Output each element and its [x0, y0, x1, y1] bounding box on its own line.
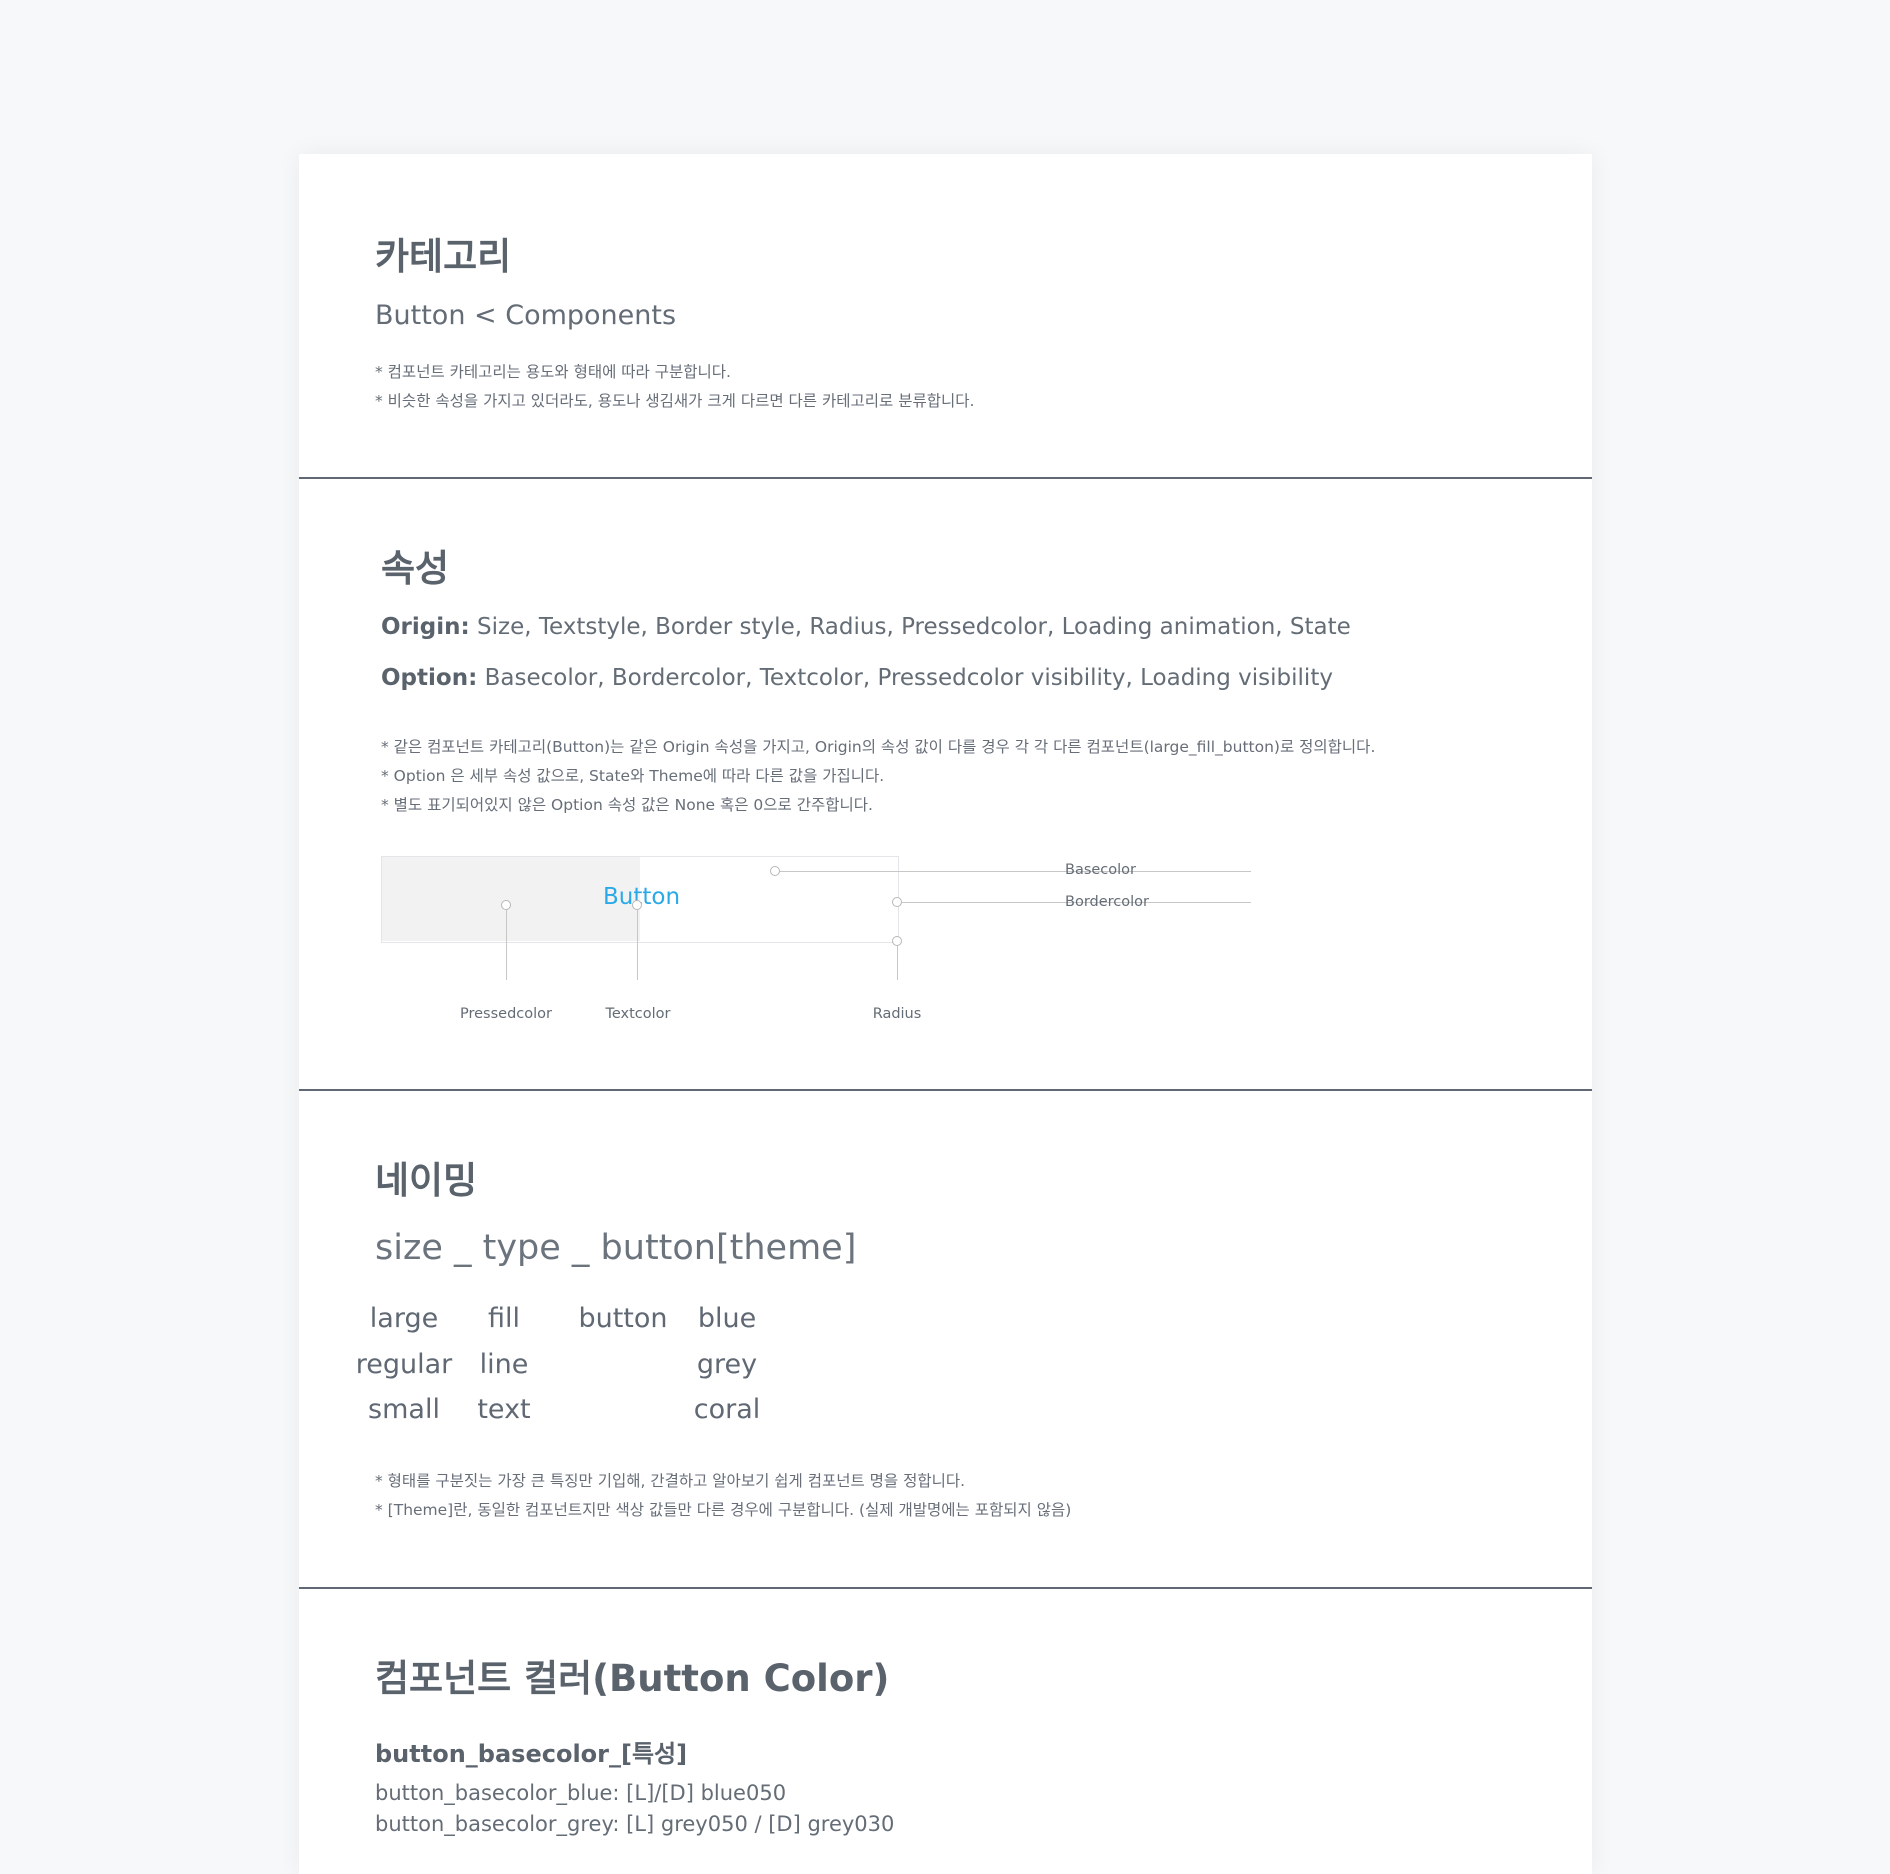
attributes-note: * 같은 컴포넌트 카테고리(Button)는 같은 Origin 속성을 가지… [381, 738, 1376, 756]
category-notes: * 컴포넌트 카테고리는 용도와 형태에 따라 구분합니다. * 비슷한 속성을… [375, 358, 974, 416]
attributes-note: * 별도 표기되어있지 않은 Option 속성 값은 None 혹은 0으로 … [381, 796, 873, 814]
naming-theme-cell: coral [693, 1394, 761, 1425]
naming-title: 네이밍 [375, 1159, 478, 1202]
naming-theme-cell: grey [696, 1349, 758, 1380]
pressedcolor-label: Pressedcolor [460, 1006, 552, 1022]
naming-note: * [Theme]란, 동일한 컴포넌트지만 색상 값들만 다른 경우에 구분합… [375, 1501, 1072, 1519]
naming-type-cell: line [479, 1349, 529, 1380]
naming-notes: * 형태를 구분짓는 가장 큰 특징만 기입해, 간결하고 알아보기 쉽게 컴포… [375, 1467, 1071, 1525]
option-value: Basecolor, Bordercolor, Textcolor, Press… [477, 665, 1333, 691]
naming-pattern: size _ type _ button[theme] [375, 1228, 857, 1268]
origin-value: Size, Textstyle, Border style, Radius, P… [469, 614, 1351, 640]
naming-type-cell: text [477, 1394, 531, 1425]
radius-leader [897, 946, 898, 980]
radius-label: Radius [872, 1006, 922, 1022]
section-divider [299, 1587, 1592, 1589]
option-line: Option: Basecolor, Bordercolor, Textcolo… [381, 665, 1333, 691]
naming-theme-cell: blue [697, 1303, 757, 1334]
origin-label: Origin: [381, 614, 470, 640]
pressedcolor-marker [501, 900, 511, 910]
color-token-line: button_basecolor_grey: [L] grey050 / [D]… [375, 1812, 895, 1836]
attributes-note: * Option 은 세부 속성 값으로, State와 Theme에 따라 다… [381, 767, 885, 785]
textcolor-leader [637, 910, 638, 980]
category-note: * 비슷한 속성을 가지고 있더라도, 용도나 생김새가 크게 다르면 다른 카… [375, 392, 975, 410]
section-divider [299, 1089, 1592, 1091]
attributes-title: 속성 [381, 547, 450, 590]
section-divider [299, 477, 1592, 479]
origin-line: Origin: Size, Textstyle, Border style, R… [381, 614, 1351, 640]
textcolor-label: Textcolor [605, 1006, 671, 1022]
option-label: Option: [381, 665, 478, 691]
bordercolor-label: Bordercolor [1065, 894, 1149, 910]
basecolor-label: Basecolor [1065, 862, 1137, 878]
pressed-fill-area [382, 857, 640, 941]
color-token-line: button_basecolor_blue: [L]/[D] blue050 [375, 1781, 787, 1805]
bordercolor-marker [892, 897, 902, 907]
document-card: 카테고리 Button < Components * 컴포넌트 카테고리는 용도… [299, 154, 1592, 1874]
pressedcolor-leader [506, 910, 507, 980]
attributes-notes: * 같은 컴포넌트 카테고리(Button)는 같은 Origin 속성을 가지… [381, 733, 1375, 820]
category-title: 카테고리 [375, 235, 512, 278]
color-subtitle: button_basecolor_[특성] [375, 1740, 688, 1768]
category-breadcrumb: Button < Components [375, 300, 677, 331]
basecolor-leader [780, 871, 1251, 872]
color-title: 컴포넌트 컬러(Button Color) [375, 1657, 890, 1700]
naming-note: * 형태를 구분짓는 가장 큰 특징만 기입해, 간결하고 알아보기 쉽게 컴포… [375, 1472, 966, 1490]
category-note: * 컴포넌트 카테고리는 용도와 형태에 따라 구분합니다. [375, 363, 731, 381]
textcolor-marker [632, 900, 642, 910]
basecolor-marker [770, 866, 780, 876]
radius-marker [892, 936, 902, 946]
